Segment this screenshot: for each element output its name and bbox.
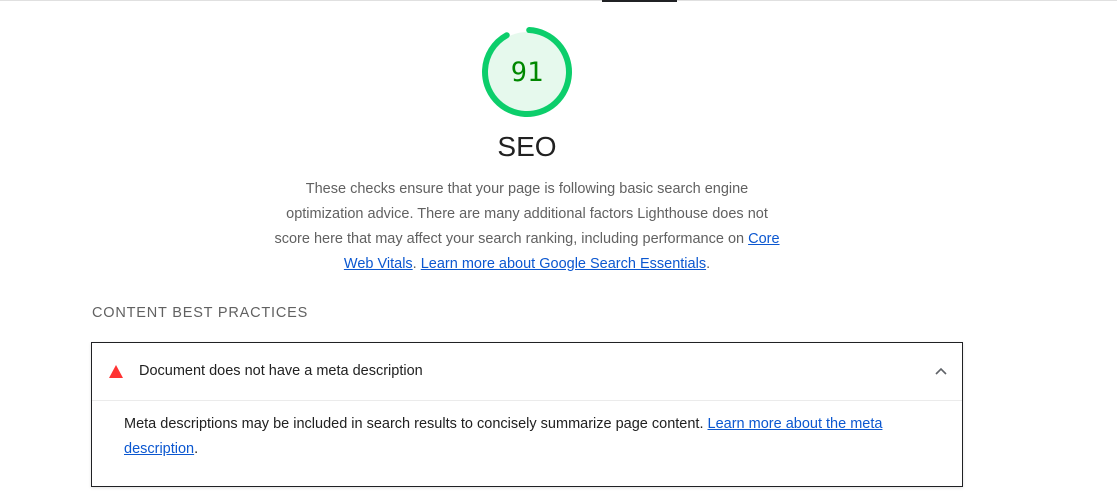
search-essentials-link[interactable]: Learn more about Google Search Essential… [421,256,706,272]
audit-description: Meta descriptions may be included in sea… [124,412,924,462]
category-title: SEO [497,131,557,162]
chevron-up-icon[interactable] [934,364,948,378]
description-end: . [706,256,711,272]
description-separator: . [412,256,421,272]
category-description: These checks ensure that your page is fo… [272,177,782,277]
audit-title: Document does not have a meta descriptio… [139,363,423,379]
active-tab-indicator [602,0,677,2]
audit-meta-description: Document does not have a meta descriptio… [91,342,963,487]
audit-description-end: . [194,441,199,457]
fail-triangle-icon [109,365,123,378]
audit-description-text: Meta descriptions may be included in sea… [124,416,708,432]
group-title: CONTENT BEST PRACTICES [92,305,309,321]
category-description-text: These checks ensure that your page is fo… [274,181,768,247]
score-gauge[interactable]: 91 [481,26,573,118]
score-value: 91 [510,56,544,88]
audit-header[interactable]: Document does not have a meta descriptio… [92,343,962,401]
top-divider [0,0,1117,1]
